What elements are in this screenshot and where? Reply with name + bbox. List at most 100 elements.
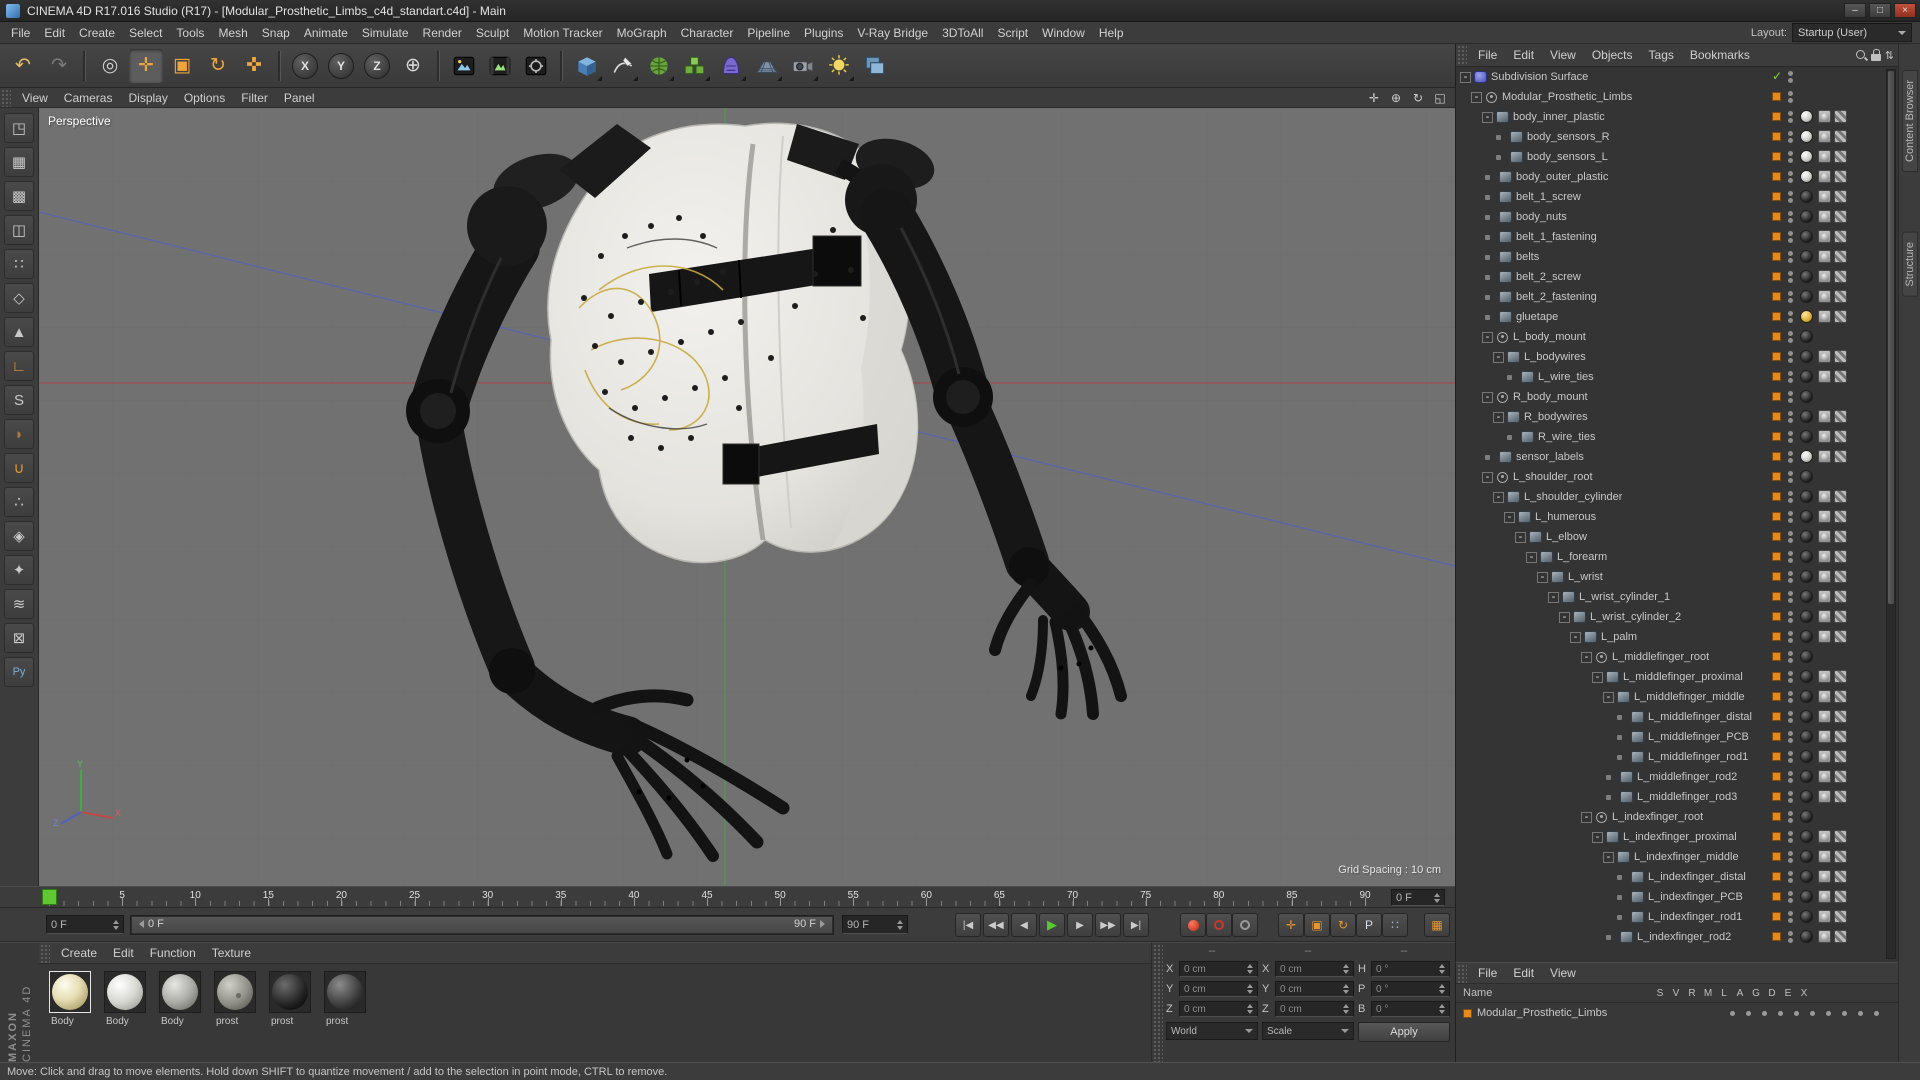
menu-character[interactable]: Character <box>674 26 741 40</box>
uvw-tag-icon[interactable] <box>1834 910 1847 923</box>
visibility-dots[interactable] <box>1788 451 1793 463</box>
phong-tag-icon[interactable] <box>1818 210 1831 223</box>
material-tag-icon[interactable] <box>1800 710 1813 723</box>
phong-tag-icon[interactable] <box>1818 790 1831 803</box>
object-menu-file[interactable]: File <box>1470 48 1505 62</box>
visibility-dots[interactable] <box>1788 631 1793 643</box>
record-position-toggle[interactable]: ✛ <box>1278 913 1304 937</box>
go-to-next-frame-button[interactable]: ▶ <box>1067 913 1093 937</box>
material-tag-icon[interactable] <box>1800 670 1813 683</box>
layer-menu-file[interactable]: File <box>1470 966 1505 980</box>
size-z-field[interactable]: 0 cm <box>1275 1001 1354 1017</box>
visibility-dots[interactable] <box>1788 151 1793 163</box>
menu-edit[interactable]: Edit <box>37 26 72 40</box>
panel-grip[interactable] <box>39 943 50 963</box>
menu-tools[interactable]: Tools <box>169 26 211 40</box>
object-row[interactable]: body_nuts <box>1456 207 1898 227</box>
visibility-dots[interactable] <box>1788 471 1793 483</box>
object-menu-view[interactable]: View <box>1542 48 1584 62</box>
search-icon[interactable] <box>1855 49 1868 62</box>
layer-color-chip[interactable] <box>1772 232 1781 241</box>
object-row[interactable]: L_middlefinger_rod1 <box>1456 747 1898 767</box>
uvw-tag-icon[interactable] <box>1834 750 1847 763</box>
expander-icon[interactable]: - <box>1581 811 1592 823</box>
layer-toggle-m[interactable] <box>1772 1003 1788 1023</box>
freehand-spline-button[interactable] <box>606 49 640 83</box>
uvw-tag-icon[interactable] <box>1834 850 1847 863</box>
object-row[interactable]: - L_indexfinger_proximal <box>1456 827 1898 847</box>
range-start-handle[interactable]: 0 F <box>135 918 164 930</box>
layer-color-chip[interactable] <box>1772 672 1781 681</box>
uvw-tag-icon[interactable] <box>1834 690 1847 703</box>
layer-menu-view[interactable]: View <box>1542 966 1584 980</box>
material-tag-icon[interactable] <box>1800 650 1813 663</box>
uvw-tag-icon[interactable] <box>1834 190 1847 203</box>
viewport-solo-button[interactable]: S <box>4 385 34 415</box>
layer-color-chip[interactable] <box>1772 492 1781 501</box>
layer-color-chip[interactable] <box>1772 352 1781 361</box>
menu-create[interactable]: Create <box>72 26 122 40</box>
object-row[interactable]: - L_middlefinger_middle <box>1456 687 1898 707</box>
layer-color-chip[interactable] <box>1772 592 1781 601</box>
object-row[interactable]: L_middlefinger_rod2 <box>1456 767 1898 787</box>
phong-tag-icon[interactable] <box>1818 490 1831 503</box>
render-to-picture-viewer-button[interactable] <box>483 49 517 83</box>
layer-color-chip[interactable] <box>1772 152 1781 161</box>
rotation-h-field[interactable]: 0 ° <box>1371 961 1450 977</box>
layer-toggle-v[interactable] <box>1740 1003 1756 1023</box>
position-y-field[interactable]: 0 cm <box>1179 981 1258 997</box>
material-tag-icon[interactable] <box>1800 570 1813 583</box>
layer-color-chip[interactable] <box>1772 312 1781 321</box>
point-level-animation-toggle[interactable]: ∷ <box>1382 913 1408 937</box>
panel-grip[interactable] <box>1456 44 1467 66</box>
material-tag-icon[interactable] <box>1800 550 1813 563</box>
spinner-icon[interactable] <box>1247 981 1253 997</box>
layer-color-chip[interactable] <box>1772 412 1781 421</box>
rotation-p-field[interactable]: 0 ° <box>1371 981 1450 997</box>
points-mode-button[interactable]: ∷ <box>4 249 34 279</box>
layer-color-chip[interactable] <box>1772 332 1781 341</box>
material-tag-icon[interactable] <box>1800 330 1813 343</box>
timeline-range-slider[interactable]: 0 F 90 F <box>130 915 834 935</box>
rotate-tool-button[interactable]: ↻ <box>201 49 235 83</box>
material-tag-icon[interactable] <box>1800 270 1813 283</box>
object-row[interactable]: body_outer_plastic <box>1456 167 1898 187</box>
phong-tag-icon[interactable] <box>1818 710 1831 723</box>
layer-toggle-g[interactable] <box>1820 1003 1836 1023</box>
object-row[interactable]: L_middlefinger_rod3 <box>1456 787 1898 807</box>
material-tag-icon[interactable] <box>1800 470 1813 483</box>
layer-color-chip[interactable] <box>1772 692 1781 701</box>
visibility-dots[interactable] <box>1788 131 1793 143</box>
layer-color-chip[interactable] <box>1772 872 1781 881</box>
layer-color-chip[interactable] <box>1772 192 1781 201</box>
spinner-icon[interactable] <box>1343 961 1349 977</box>
expander-icon[interactable]: - <box>1526 551 1537 563</box>
layer-color-chip[interactable] <box>1772 212 1781 221</box>
spinner-icon[interactable] <box>1343 981 1349 997</box>
camera-zoom-icon[interactable]: ⊕ <box>1387 91 1405 105</box>
move-tool-button[interactable]: ✛ <box>129 48 163 83</box>
visibility-dots[interactable] <box>1788 491 1793 503</box>
enable-axis-button[interactable]: ∟ <box>4 351 34 381</box>
visibility-dots[interactable] <box>1788 911 1793 923</box>
uvw-tag-icon[interactable] <box>1834 870 1847 883</box>
visibility-dots[interactable] <box>1788 671 1793 683</box>
last-used-tool-button[interactable]: ✜ <box>237 49 271 83</box>
python-button[interactable]: Py <box>4 657 34 687</box>
menu-render[interactable]: Render <box>416 26 469 40</box>
layer-color-chip[interactable] <box>1772 472 1781 481</box>
visibility-dots[interactable] <box>1788 191 1793 203</box>
material-tag-icon[interactable] <box>1800 310 1813 323</box>
layer-color-chip[interactable] <box>1772 572 1781 581</box>
expander-icon[interactable]: - <box>1603 691 1614 703</box>
material-menu-edit[interactable]: Edit <box>105 946 142 960</box>
material-tag-icon[interactable] <box>1800 370 1813 383</box>
record-scale-toggle[interactable]: ▣ <box>1304 913 1330 937</box>
object-row[interactable]: - L_indexfinger_root <box>1456 807 1898 827</box>
position-mode-dropdown[interactable]: World <box>1166 1022 1258 1040</box>
expander-icon[interactable]: - <box>1603 851 1614 863</box>
material-tag-icon[interactable] <box>1800 750 1813 763</box>
material-tag-icon[interactable] <box>1800 730 1813 743</box>
add-subdivision-surface-button[interactable] <box>642 49 676 83</box>
uvw-tag-icon[interactable] <box>1834 610 1847 623</box>
